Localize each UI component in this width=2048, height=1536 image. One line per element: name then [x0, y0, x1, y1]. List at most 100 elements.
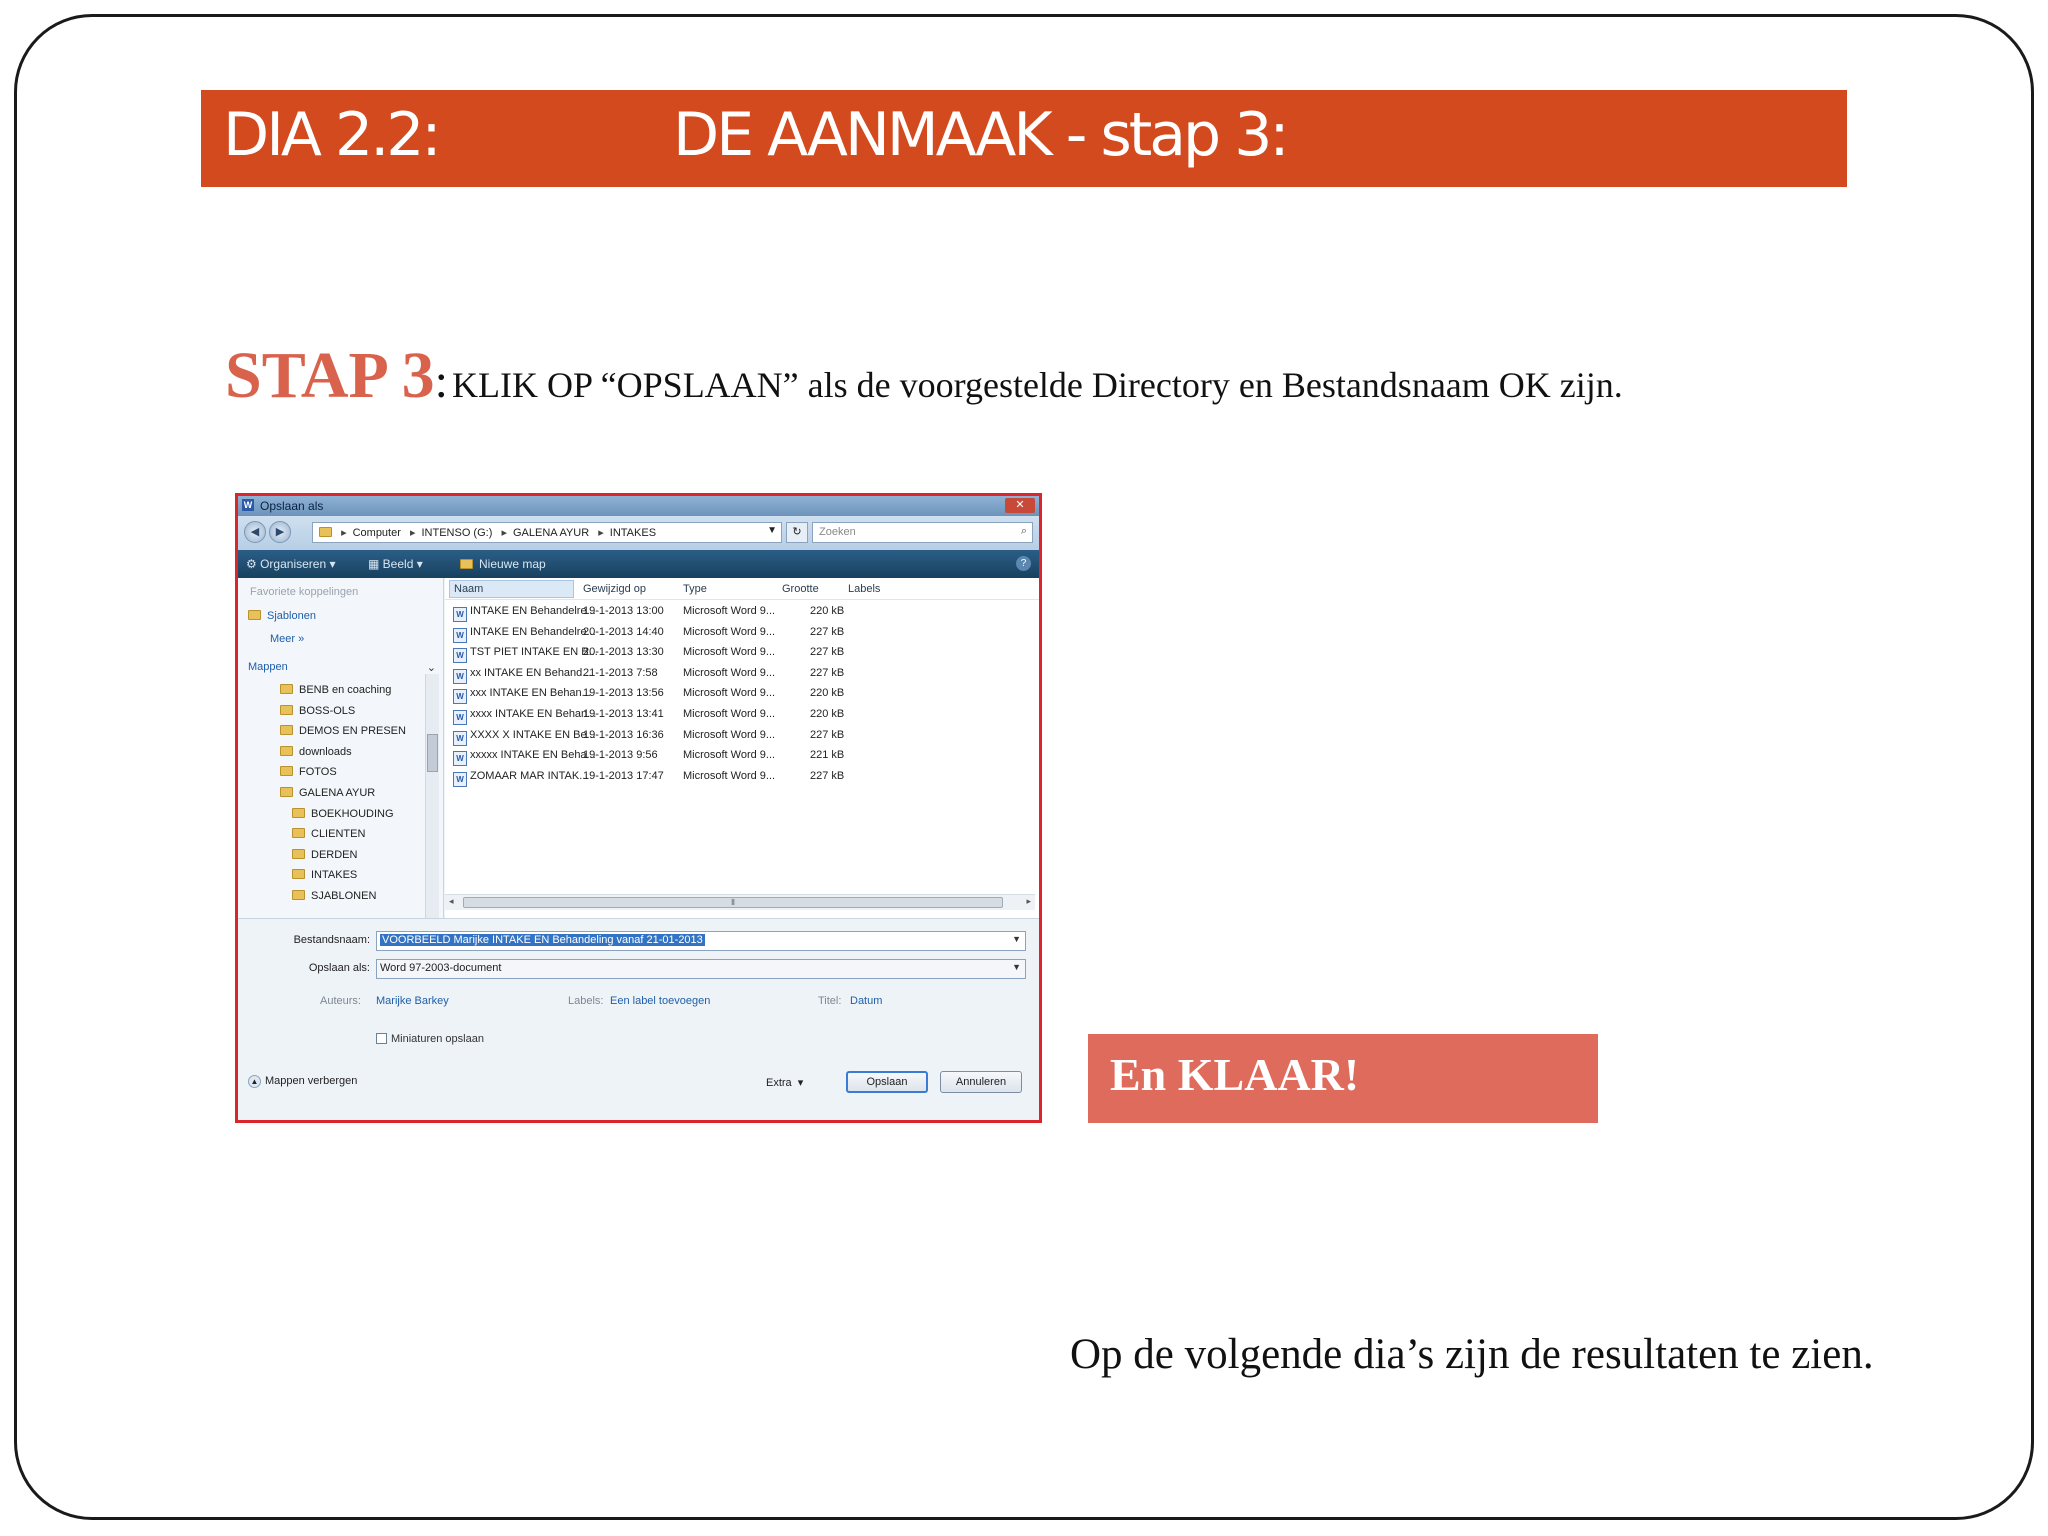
file-name: Wxx INTAKE EN Behand...: [453, 667, 591, 684]
more-link[interactable]: Meer »: [270, 633, 304, 645]
extra-menu[interactable]: Extra ▾: [766, 1076, 803, 1089]
filetype-label: Opslaan als:: [308, 962, 370, 974]
folder-icon: [292, 848, 305, 859]
file-row[interactable]: W XXXX X INTAKE EN Be... 19-1-2013 16:36 Mi…: [445, 726, 1039, 746]
folder-tree-item[interactable]: CLIENTEN: [292, 828, 365, 840]
chevron-down-icon[interactable]: ▼: [1012, 934, 1021, 944]
chevron-down-icon[interactable]: ▼: [767, 525, 777, 536]
labels-value[interactable]: Een label toevoegen: [610, 995, 710, 1007]
file-date: 20-1-2013 14:40: [583, 625, 664, 638]
save-button[interactable]: Opslaan: [846, 1071, 928, 1093]
file-type: Microsoft Word 9...: [683, 769, 776, 782]
folder-icon: [460, 559, 473, 569]
file-size: 220 kB: [810, 605, 845, 617]
file-size: 227 kB: [810, 728, 845, 741]
forward-icon[interactable]: ▶: [269, 521, 291, 543]
file-type: Microsoft Word 9...: [683, 625, 776, 638]
author-label: Auteurs:: [320, 995, 361, 1007]
close-button[interactable]: ✕: [1005, 498, 1035, 513]
file-size: 227 kB: [810, 625, 845, 638]
file-date: 19-1-2013 13:41: [583, 708, 664, 720]
horizontal-scrollbar[interactable]: ◂ ⦀ ▸: [445, 894, 1035, 910]
folder-tree-item[interactable]: BOEKHOUDING: [292, 807, 394, 820]
column-header-labels[interactable]: Labels: [848, 583, 880, 595]
word-document-icon: W: [453, 607, 467, 622]
new-folder-button[interactable]: Nieuwe map: [460, 557, 546, 571]
column-header-type[interactable]: Type: [683, 583, 707, 595]
favorite-item[interactable]: Sjablonen: [248, 610, 316, 622]
column-header-naam[interactable]: Naam: [449, 580, 574, 598]
folder-tree-item[interactable]: INTAKES: [292, 869, 357, 881]
file-name: W ZOMAAR MAR INTAK...: [453, 770, 588, 787]
scrollbar-thumb[interactable]: ⦀: [463, 897, 1003, 908]
folder-tree-item[interactable]: FOTOS: [280, 766, 337, 778]
back-icon[interactable]: ◀: [244, 521, 266, 543]
chevron-down-icon[interactable]: ▼: [1012, 962, 1021, 972]
file-date: 19-1-2013 13:00: [583, 605, 664, 617]
file-row[interactable]: Wxx INTAKE EN Behand... 21-1-2013 7:58 Mic…: [445, 664, 1039, 684]
file-date: 19-1-2013 13:56: [583, 687, 664, 700]
author-value[interactable]: Marijke Barkey: [376, 995, 449, 1007]
filename-input[interactable]: VOORBEELD Marijke INTAKE EN Behandeling …: [376, 931, 1026, 951]
search-icon: ⌕: [1020, 525, 1027, 537]
organize-menu[interactable]: ⚙ Organiseren ▾: [246, 557, 336, 571]
file-name: W INTAKE EN Behandelre...: [453, 626, 596, 643]
address-field[interactable]: ▸ Computer ▸ INTENSO (G:) ▸ GALENA AYUR ▸ IN…: [312, 522, 782, 543]
column-header-date[interactable]: Gewijzigd op: [583, 583, 646, 595]
folder-icon: [280, 704, 293, 715]
step-instruction: STAP 3: KLIK OP “OPSLAAN” als de voorges…: [225, 338, 1623, 414]
breadcrumb-item[interactable]: Computer: [353, 527, 401, 539]
tree-scrollbar[interactable]: [425, 674, 439, 918]
filetype-select[interactable]: Word 97-2003-document ▼: [376, 959, 1026, 979]
help-icon[interactable]: ?: [1016, 556, 1031, 571]
chevron-down-icon: ⌄: [426, 662, 436, 674]
search-input[interactable]: Zoeken ⌕: [812, 522, 1033, 543]
folder-tree-item[interactable]: DERDEN: [292, 848, 357, 861]
word-document-icon: W: [453, 627, 467, 643]
thumbnails-checkbox[interactable]: Miniaturen opslaan: [376, 1033, 484, 1045]
folder-icon: [292, 869, 305, 880]
file-row[interactable]: Wxxxx INTAKE EN Behan... 19-1-2013 13:41 M…: [445, 705, 1039, 725]
scroll-left-icon[interactable]: ◂: [449, 896, 454, 907]
step-colon: :: [434, 355, 449, 408]
titel-value[interactable]: Datum: [850, 995, 882, 1007]
file-type: Microsoft Word 9...: [683, 687, 776, 700]
view-menu[interactable]: ▦ Beeld ▾: [368, 557, 423, 571]
step-text: KLIK OP “OPSLAAN” als de voorgestelde Di…: [452, 365, 1623, 405]
cancel-button[interactable]: Annuleren: [940, 1071, 1022, 1093]
folder-icon: [292, 807, 305, 818]
scroll-right-icon[interactable]: ▸: [1026, 896, 1031, 907]
word-icon: W: [242, 499, 254, 511]
folder-icon: [248, 610, 261, 620]
file-row[interactable]: W TST PIET INTAKE EN B... 20-1-2013 13:30 M…: [445, 643, 1039, 664]
folder-tree-item[interactable]: downloads: [280, 745, 352, 758]
folder-tree-item[interactable]: BENB en coaching: [280, 684, 391, 696]
checkbox[interactable]: [376, 1033, 387, 1044]
file-row[interactable]: Wxxxxx INTAKE EN Beha... 19-1-2013 9:56 Mi…: [445, 746, 1039, 767]
file-row[interactable]: Wxxx INTAKE EN Behan... 19-1-2013 13:56 Mi…: [445, 684, 1039, 705]
breadcrumb-item[interactable]: INTENSO (G:): [421, 527, 492, 539]
folder-tree-item[interactable]: BOSS-OLS: [280, 704, 355, 717]
refresh-icon[interactable]: ↻: [786, 522, 808, 543]
scrollbar-thumb[interactable]: [427, 734, 438, 772]
folder-icon: [280, 684, 293, 694]
file-size: 221 kB: [810, 749, 845, 762]
file-row[interactable]: W INTAKE EN Behandelre... 19-1-2013 13:00 M…: [445, 602, 1039, 622]
hide-folders-toggle[interactable]: ▲ Mappen verbergen: [248, 1075, 357, 1088]
folder-tree-item[interactable]: SJABLONEN: [292, 890, 376, 902]
dialog-title: Opslaan als: [260, 499, 324, 513]
breadcrumb-item[interactable]: GALENA AYUR: [513, 527, 589, 539]
folder-tree-item[interactable]: DEMOS EN PRESEN: [280, 725, 406, 737]
file-row[interactable]: W ZOMAAR MAR INTAK... 19-1-2013 17:47 Micro…: [445, 767, 1039, 787]
dialog-toolbar: ⚙ Organiseren ▾ ▦ Beeld ▾ Nieuwe map ?: [238, 550, 1039, 578]
footer-note: Op de volgende dia’s zijn de resultaten …: [1070, 1331, 1874, 1378]
file-list: Naam Gewijzigd op Type Grootte Labels WI…: [445, 578, 1039, 918]
file-row[interactable]: W INTAKE EN Behandelre... 20-1-2013 14:40 M…: [445, 623, 1039, 643]
folder-icon: [292, 890, 305, 900]
breadcrumb-item[interactable]: INTAKES: [610, 527, 656, 539]
list-header: Naam Gewijzigd op Type Grootte Labels: [445, 578, 1039, 600]
folders-header[interactable]: Mappen ⌄: [248, 661, 436, 674]
column-header-size[interactable]: Grootte: [782, 583, 819, 595]
file-date: 19-1-2013 17:47: [583, 769, 664, 782]
folder-tree-item[interactable]: GALENA AYUR: [280, 787, 375, 799]
